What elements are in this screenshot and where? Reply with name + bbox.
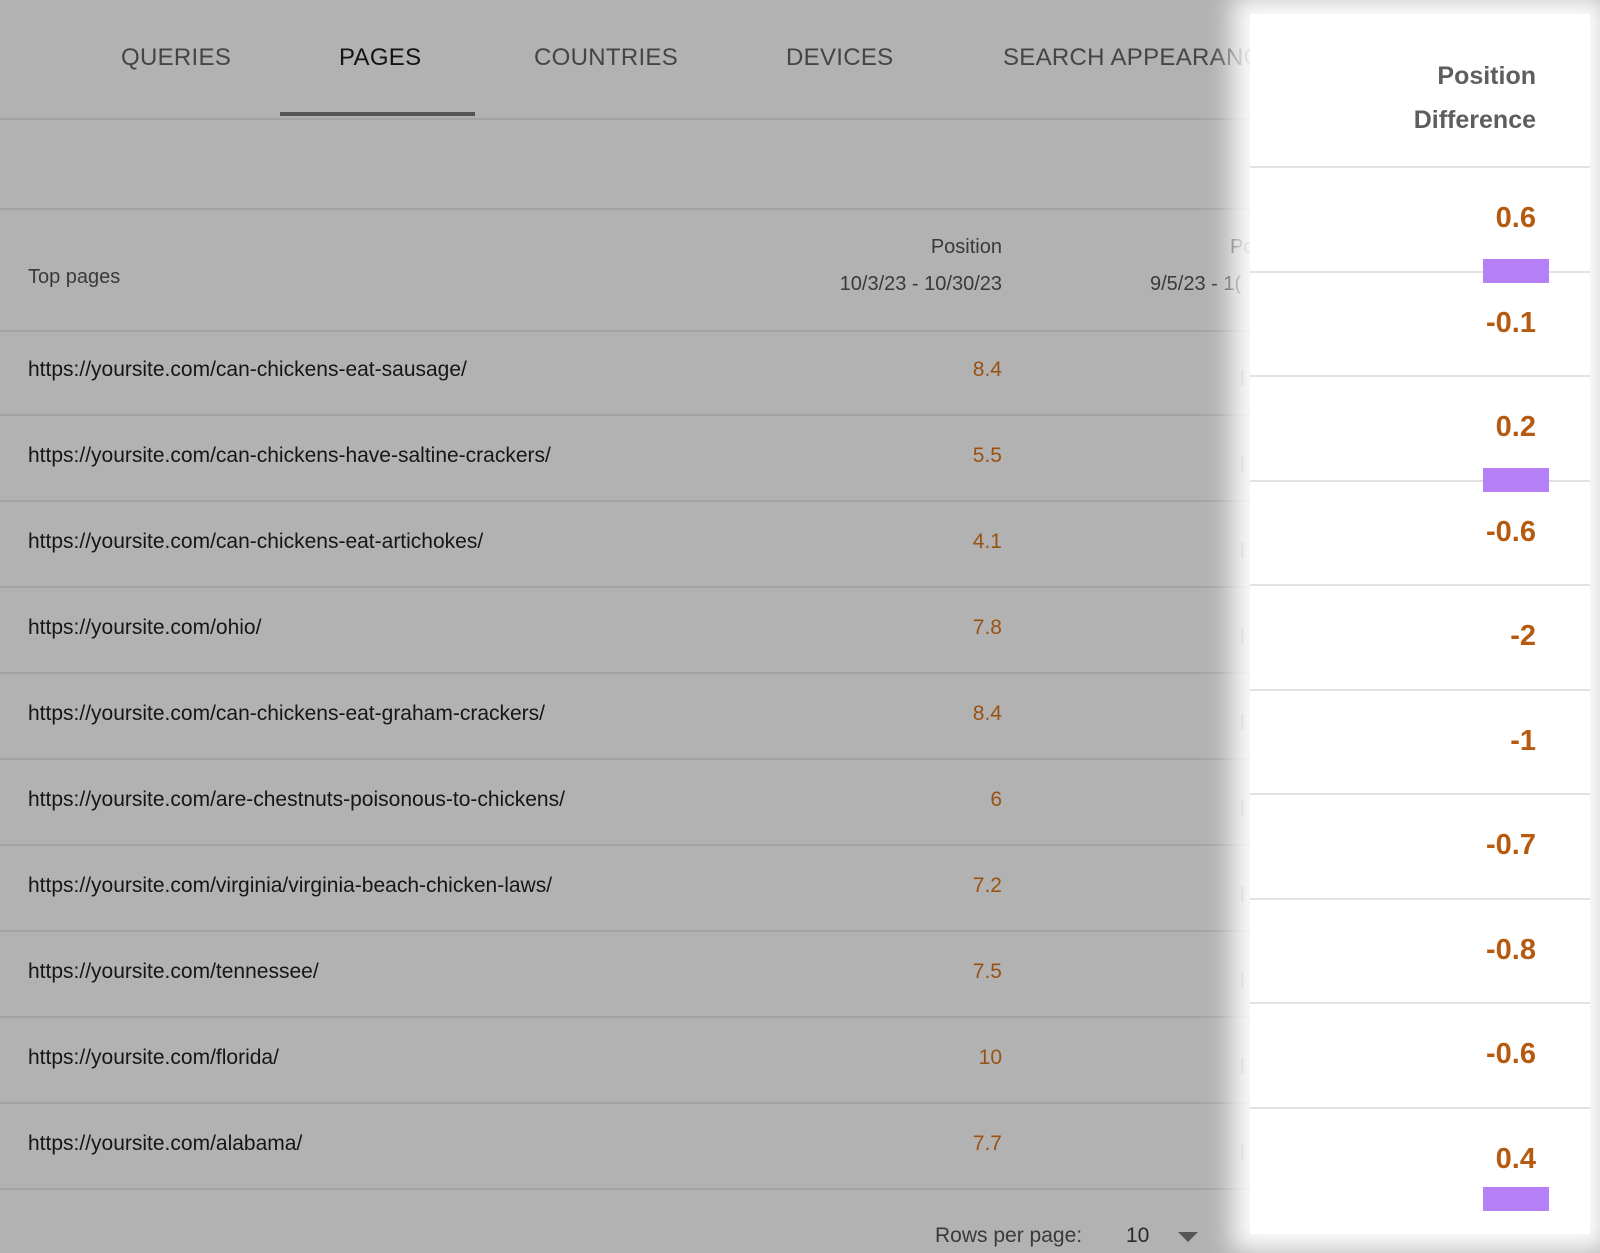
column-header-position[interactable]: Position 10/3/23 - 10/30/23: [840, 236, 1002, 296]
position-value: 10: [978, 1046, 1002, 1069]
position-value: 7.5: [972, 960, 1002, 983]
difference-value: 0.6: [1495, 202, 1536, 234]
difference-row: -2: [1250, 586, 1590, 691]
page-url-link[interactable]: https://yoursite.com/ohio/: [28, 616, 261, 640]
table-header: Top pages Position 10/3/23 - 10/30/23 Po…: [0, 210, 1250, 332]
clipped-previous-value: [1241, 542, 1244, 558]
page-url-link[interactable]: https://yoursite.com/can-chickens-eat-sa…: [28, 358, 467, 382]
position-value: 8.4: [972, 358, 1002, 381]
tab-devices[interactable]: DEVICES: [786, 44, 893, 72]
page-url-link[interactable]: https://yoursite.com/can-chickens-eat-ar…: [28, 530, 483, 554]
position-value: 7.8: [972, 616, 1002, 639]
clipped-previous-value: [1241, 628, 1244, 644]
position-value: 4.1: [972, 530, 1002, 553]
difference-row: -0.6: [1250, 482, 1590, 586]
table-row: https://yoursite.com/can-chickens-eat-gr…: [0, 674, 1250, 760]
position-value: 7.7: [972, 1132, 1002, 1155]
search-console-performance-panel: QUERIES PAGES COUNTRIES DEVICES SEARCH A…: [0, 0, 1250, 1253]
table-row: https://yoursite.com/can-chickens-eat-sa…: [0, 330, 1250, 416]
page-url-link[interactable]: https://yoursite.com/are-chestnuts-poiso…: [28, 788, 565, 812]
position-value: 7.2: [972, 874, 1002, 897]
position-difference-column: Position Difference 0.6 -0.1 0.2 -0.6 -2…: [1250, 14, 1590, 1234]
position-value: 8.4: [972, 702, 1002, 725]
difference-row: -0.8: [1250, 900, 1590, 1004]
clipped-previous-value: [1241, 456, 1244, 472]
position-difference-header: Position Difference: [1250, 14, 1590, 168]
page-url-link[interactable]: https://yoursite.com/tennessee/: [28, 960, 319, 984]
difference-row: -0.7: [1250, 795, 1590, 900]
difference-value: -0.7: [1486, 829, 1536, 861]
table-row: https://yoursite.com/alabama/7.7: [0, 1104, 1250, 1190]
position-value: 6: [990, 788, 1002, 811]
page-url-link[interactable]: https://yoursite.com/can-chickens-eat-gr…: [28, 702, 545, 726]
tab-countries[interactable]: COUNTRIES: [534, 44, 678, 72]
pagination-bar: Rows per page: 10: [0, 1210, 1250, 1253]
tab-search-appearance[interactable]: SEARCH APPEARANC: [1003, 44, 1250, 72]
table-row: https://yoursite.com/virginia/virginia-b…: [0, 846, 1250, 932]
table-row: https://yoursite.com/are-chestnuts-poiso…: [0, 760, 1250, 846]
difference-row: -1: [1250, 691, 1590, 795]
table-toolbar: [0, 118, 1250, 210]
page-url-link[interactable]: https://yoursite.com/can-chickens-have-s…: [28, 444, 551, 468]
position-difference-title-line1: Position: [1437, 62, 1536, 90]
difference-value: -1: [1510, 724, 1536, 757]
clipped-previous-value: [1241, 714, 1244, 730]
tab-queries[interactable]: QUERIES: [121, 44, 231, 72]
clipped-previous-value: [1241, 800, 1244, 816]
position-difference-title-line2: Difference: [1413, 106, 1536, 134]
rows-per-page-label: Rows per page:: [935, 1224, 1083, 1247]
position-value: 5.5: [972, 444, 1002, 467]
dropdown-arrow-icon[interactable]: [1178, 1232, 1198, 1242]
tab-pages[interactable]: PAGES: [339, 44, 421, 72]
clipped-previous-value: [1241, 886, 1244, 902]
rows-per-page-select[interactable]: 10: [1126, 1224, 1149, 1248]
page-url-link[interactable]: https://yoursite.com/alabama/: [28, 1132, 302, 1156]
difference-row: 0.6: [1250, 168, 1590, 283]
page-url-link[interactable]: https://yoursite.com/florida/: [28, 1046, 279, 1070]
column-header-previous-position-dates: 9/5/23 - 1(: [1150, 273, 1242, 295]
positive-change-marker: [1483, 258, 1549, 283]
pages-table-body: https://yoursite.com/can-chickens-eat-sa…: [0, 330, 1250, 1190]
difference-value: -0.6: [1486, 1038, 1536, 1070]
difference-value: -0.6: [1486, 515, 1536, 548]
difference-row: 0.4: [1250, 1109, 1590, 1214]
dimension-tabs: QUERIES PAGES COUNTRIES DEVICES SEARCH A…: [0, 0, 1250, 120]
clipped-previous-value: [1241, 1058, 1244, 1074]
position-difference-values: 0.6 -0.1 0.2 -0.6 -2 -1 -0.7 -0.8 -0.6 0…: [1250, 168, 1590, 1213]
column-header-previous-position-label: Po: [1230, 236, 1250, 258]
table-row: https://yoursite.com/tennessee/7.5: [0, 932, 1250, 1018]
clipped-previous-value: [1241, 370, 1244, 386]
active-tab-indicator: [280, 112, 475, 116]
page-url-link[interactable]: https://yoursite.com/virginia/virginia-b…: [28, 874, 552, 898]
table-row: https://yoursite.com/florida/10: [0, 1018, 1250, 1104]
difference-value: -0.8: [1486, 933, 1536, 966]
clipped-previous-value: [1241, 1144, 1244, 1160]
clipped-previous-value: [1241, 972, 1244, 988]
table-row: https://yoursite.com/ohio/7.8: [0, 588, 1250, 674]
table-row: https://yoursite.com/can-chickens-have-s…: [0, 416, 1250, 502]
table-row: https://yoursite.com/can-chickens-eat-ar…: [0, 502, 1250, 588]
positive-change-marker: [1483, 467, 1549, 492]
column-header-position-dates: 10/3/23 - 10/30/23: [839, 273, 1002, 295]
difference-row: -0.1: [1250, 273, 1590, 377]
column-header-top-pages[interactable]: Top pages: [28, 266, 120, 289]
difference-row: -0.6: [1250, 1004, 1590, 1109]
difference-value: -0.1: [1486, 306, 1536, 339]
column-header-position-label: Position: [930, 236, 1002, 258]
difference-row: 0.2: [1250, 377, 1590, 492]
position-difference-title: Position Difference: [1414, 54, 1536, 142]
difference-value: 0.2: [1495, 411, 1536, 443]
column-header-previous-position[interactable]: Po 9/5/23 - 1(: [1150, 236, 1250, 296]
difference-value: -2: [1510, 620, 1536, 652]
positive-change-marker: [1483, 1187, 1549, 1211]
difference-value: 0.4: [1495, 1142, 1536, 1175]
